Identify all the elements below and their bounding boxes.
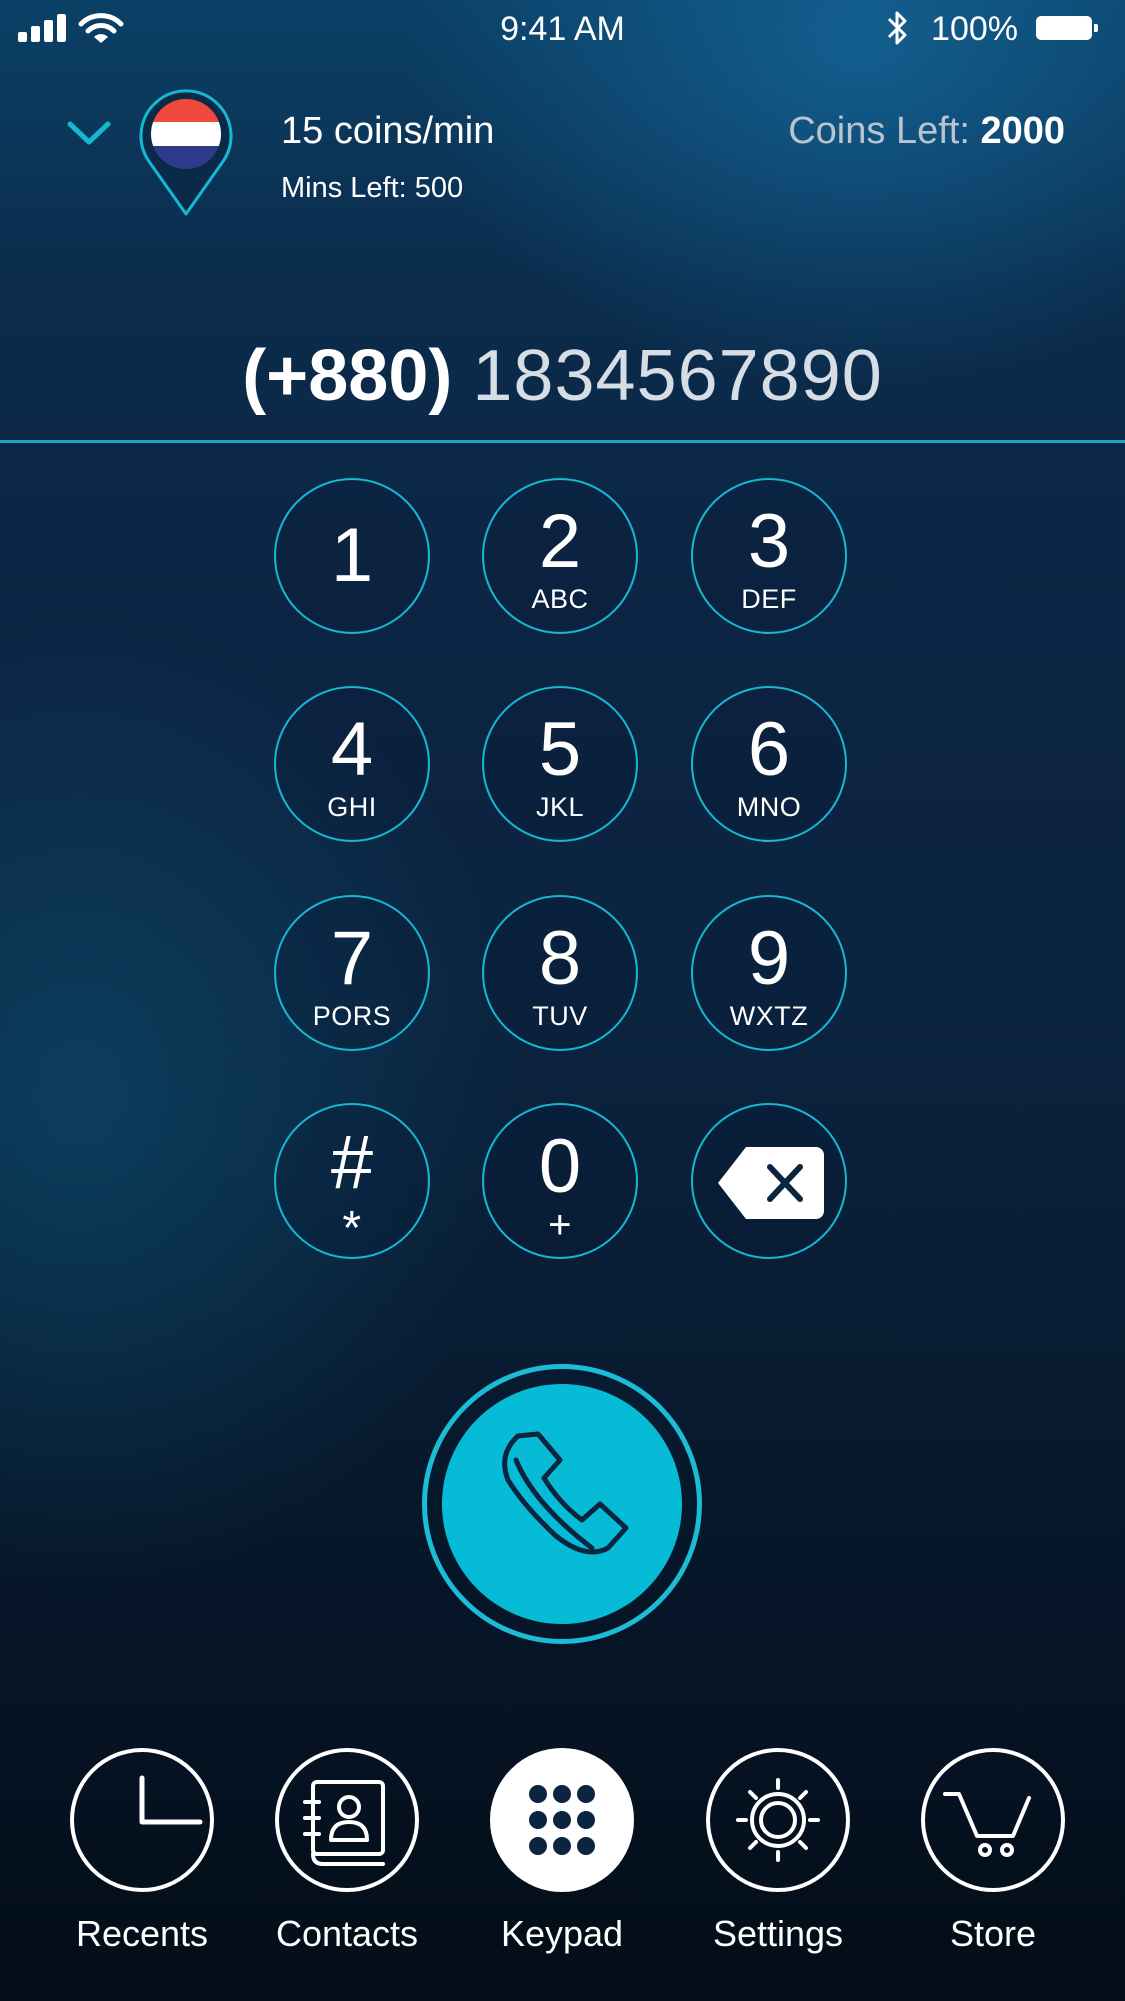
phone-number: 1834567890: [472, 336, 883, 416]
key-hash-star[interactable]: # *: [274, 1103, 430, 1259]
key-letters: ABC: [531, 584, 589, 614]
coins-left-value: 2000: [980, 110, 1065, 152]
key-letters: PORS: [312, 1001, 392, 1031]
key-digit: 7: [330, 916, 374, 1001]
key-8[interactable]: 8 TUV: [482, 895, 638, 1051]
bluetooth-icon: [887, 11, 907, 45]
dialed-number: (+880) 1834567890: [0, 335, 1125, 417]
key-letters: +: [548, 1203, 572, 1247]
country-code: (+880): [242, 336, 453, 416]
cart-icon: [921, 1748, 1065, 1892]
tab-label: Recents: [75, 1913, 209, 1954]
key-digit: 4: [330, 707, 374, 792]
tab-label: Settings: [712, 1913, 844, 1954]
key-9[interactable]: 9 WXTZ: [691, 895, 847, 1051]
battery-percent: 100%: [931, 10, 1018, 48]
clock-icon: [70, 1748, 214, 1892]
call-rate: 15 coins/min: [281, 110, 495, 152]
key-digit: 9: [747, 916, 791, 1001]
key-letters: *: [342, 1202, 362, 1255]
contacts-book-icon: [275, 1748, 419, 1892]
key-digit: 5: [538, 707, 582, 792]
phone-handset-icon: [502, 1431, 629, 1555]
key-letters: MNO: [736, 792, 802, 822]
coins-left: Coins Left: 2000: [788, 110, 1065, 153]
key-5[interactable]: 5 JKL: [482, 686, 638, 842]
mins-left-label: Mins Left:: [281, 172, 407, 204]
key-letters: GHI: [327, 792, 377, 822]
key-digit: #: [330, 1120, 374, 1205]
gear-icon: [706, 1748, 850, 1892]
tab-label: Store: [949, 1913, 1037, 1954]
key-letters: TUV: [532, 1001, 588, 1031]
key-digit: 3: [747, 499, 791, 584]
key-letters: WXTZ: [729, 1001, 809, 1031]
key-digit: 1: [330, 513, 374, 598]
key-3[interactable]: 3 DEF: [691, 478, 847, 634]
key-6[interactable]: 6 MNO: [691, 686, 847, 842]
mins-left: Mins Left: 500: [281, 172, 463, 205]
mins-left-value: 500: [414, 172, 464, 204]
key-1[interactable]: 1: [274, 478, 430, 634]
key-0-plus[interactable]: 0 +: [482, 1103, 638, 1259]
backspace-icon: [718, 1147, 824, 1219]
coins-left-label: Coins Left:: [788, 110, 970, 152]
key-digit: 6: [747, 707, 791, 792]
key-letters: JKL: [535, 792, 585, 822]
tab-label: Keypad: [500, 1913, 624, 1954]
key-2[interactable]: 2 ABC: [482, 478, 638, 634]
country-flag-pin-icon[interactable]: [138, 86, 234, 218]
backspace-button[interactable]: [691, 1103, 847, 1259]
key-digit: 0: [538, 1124, 582, 1209]
tab-label: Contacts: [275, 1913, 419, 1954]
number-divider: [0, 440, 1125, 443]
key-digit: 8: [538, 916, 582, 1001]
battery-icon: [1036, 16, 1098, 40]
call-button[interactable]: [442, 1384, 682, 1624]
key-4[interactable]: 4 GHI: [274, 686, 430, 842]
chevron-down-icon[interactable]: [64, 118, 114, 148]
key-letters: DEF: [741, 584, 797, 614]
status-bar: 9:41 AM 100%: [0, 0, 1125, 58]
key-7[interactable]: 7 PORS: [274, 895, 430, 1051]
key-digit: 2: [538, 499, 582, 584]
keypad-grid-icon: [490, 1748, 634, 1892]
